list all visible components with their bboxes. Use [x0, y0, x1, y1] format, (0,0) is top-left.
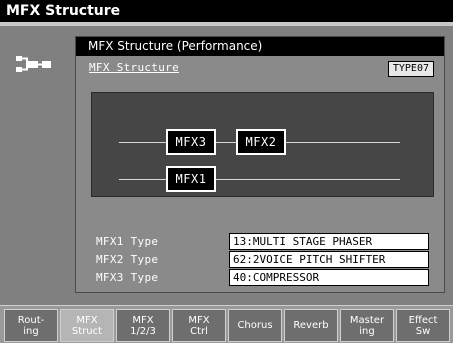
- mfx2-block: MFX2: [236, 129, 286, 155]
- mfx3-type-value[interactable]: 40:COMPRESSOR: [229, 269, 429, 286]
- tab-mfx-ctrl[interactable]: MFX Ctrl: [172, 309, 226, 342]
- tab-effect-sw[interactable]: Effect Sw: [396, 309, 450, 342]
- structure-label: MFX Structure: [89, 61, 179, 74]
- effects-routing-icon: [16, 56, 51, 72]
- structure-type-value[interactable]: TYPE07: [387, 61, 434, 77]
- tab-label-line1: Master: [349, 314, 385, 326]
- tab-label-line1: Rout-: [17, 314, 45, 326]
- tab-label-line1: MFX: [188, 314, 210, 326]
- tab-label-line2: 1/2/3: [130, 325, 156, 337]
- tab-label: Reverb: [293, 320, 329, 331]
- tab-label-line2: Struct: [71, 325, 103, 337]
- mfx3-block: MFX3: [166, 129, 216, 155]
- tab-label-line1: Effect: [408, 314, 438, 326]
- mfx1-type-label: MFX1 Type: [96, 235, 159, 248]
- mfx2-type-row: MFX2 Type 62:2VOICE PITCH SHIFTER: [76, 251, 444, 268]
- mfx1-type-row: MFX1 Type 13:MULTI STAGE PHASER: [76, 233, 444, 250]
- tab-chorus[interactable]: Chorus: [228, 309, 282, 342]
- tab-routing[interactable]: Rout- ing: [4, 309, 58, 342]
- tab-label-line1: MFX: [132, 314, 154, 326]
- tab-label: Chorus: [237, 320, 273, 331]
- tab-reverb[interactable]: Reverb: [284, 309, 338, 342]
- mfx2-type-value[interactable]: 62:2VOICE PITCH SHIFTER: [229, 251, 429, 268]
- signal-line-upper-right: [286, 142, 400, 143]
- mfx3-type-label: MFX3 Type: [96, 271, 159, 284]
- function-tab-bar: Rout- ing MFX Struct MFX 1/2/3 MFX Ctrl …: [0, 305, 453, 343]
- tab-label-line2: ing: [23, 325, 39, 337]
- signal-line-upper-left: [119, 142, 166, 143]
- tab-label-line2: Ctrl: [190, 325, 208, 337]
- tab-mfx-struct[interactable]: MFX Struct: [60, 309, 114, 342]
- mfx1-block: MFX1: [166, 166, 216, 192]
- panel-header: MFX Structure (Performance): [76, 37, 444, 56]
- tab-label-line1: MFX: [76, 314, 98, 326]
- title-divider: [0, 22, 453, 26]
- signal-line-lower-right: [216, 179, 400, 180]
- tab-label-line2: ing: [359, 325, 375, 337]
- tab-mfx-123[interactable]: MFX 1/2/3: [116, 309, 170, 342]
- mfx3-type-row: MFX3 Type 40:COMPRESSOR: [76, 269, 444, 286]
- mfx-structure-panel: MFX Structure (Performance) MFX Structur…: [75, 36, 445, 293]
- mfx1-type-value[interactable]: 13:MULTI STAGE PHASER: [229, 233, 429, 250]
- structure-diagram: MFX3 MFX2 MFX1: [91, 92, 434, 197]
- mfx2-type-label: MFX2 Type: [96, 253, 159, 266]
- window-title: MFX Structure: [0, 0, 453, 22]
- tab-mastering[interactable]: Master ing: [340, 309, 394, 342]
- signal-line-lower-left: [119, 179, 166, 180]
- tab-label-line2: Sw: [415, 325, 431, 337]
- signal-line-upper-middle: [216, 142, 236, 143]
